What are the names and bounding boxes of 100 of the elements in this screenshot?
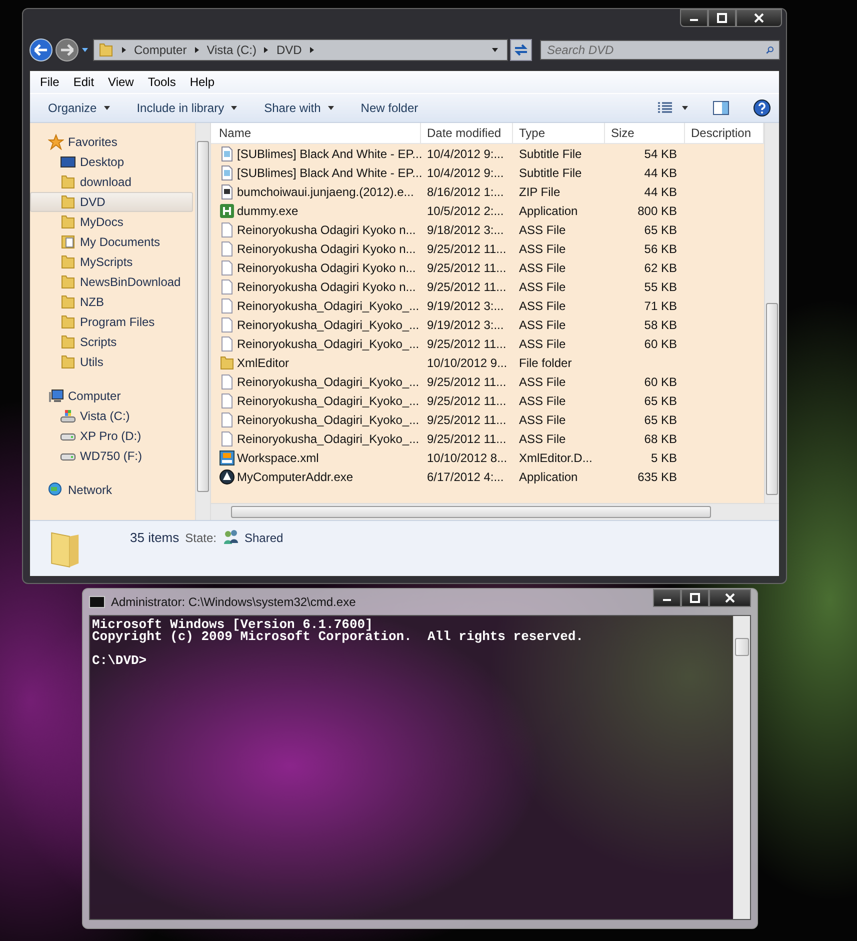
close-button[interactable]	[709, 589, 751, 607]
column-header[interactable]: Date modified	[421, 123, 513, 143]
sidebar-group[interactable]: Computer	[30, 386, 195, 406]
size-cell-text: 62 KB	[643, 260, 678, 274]
sidebar-item[interactable]: NewsBinDownload	[30, 272, 193, 292]
sidebar-item[interactable]: My Documents	[30, 232, 193, 252]
blank-file-icon	[219, 240, 235, 256]
refresh-button[interactable]	[510, 39, 532, 61]
sidebar-item[interactable]: download	[30, 172, 193, 192]
file-name[interactable]: MyComputerAddr.exe	[211, 468, 421, 484]
file-name[interactable]: Reinoryokusha_Odagiri_Kyoko_...	[211, 412, 421, 428]
file-name-text: Reinoryokusha Odagiri Kyoko n...	[237, 260, 416, 274]
toolbar-button[interactable]: Organize	[40, 97, 119, 119]
application-icon	[219, 468, 235, 484]
size-cell-text: 58 KB	[643, 318, 678, 332]
file-name[interactable]: [SUBlimes] Black And White - EP...	[211, 164, 421, 180]
file-name-text: Reinoryokusha_Odagiri_Kyoko_...	[237, 412, 420, 426]
menu-item[interactable]: Edit	[73, 75, 94, 89]
breadcrumb[interactable]: Vista (C:)	[206, 43, 256, 57]
column-header[interactable]: Name	[211, 123, 421, 143]
menu-item[interactable]: View	[108, 75, 134, 89]
scrollbar[interactable]	[764, 123, 779, 503]
preview-pane-icon[interactable]	[713, 101, 729, 115]
maximize-button[interactable]	[681, 589, 709, 607]
maximize-icon	[690, 593, 700, 603]
scrollbar[interactable]	[733, 616, 750, 919]
sidebar-group[interactable]: Network	[30, 480, 195, 500]
file-name[interactable]: [SUBlimes] Black And White - EP...	[211, 146, 421, 162]
xml-document-icon	[219, 450, 235, 466]
folder-icon	[60, 274, 76, 290]
sidebar-item[interactable]: NZB	[30, 292, 193, 312]
view-options-icon[interactable]	[657, 101, 673, 115]
size-cell-text: 800 KB	[636, 204, 678, 218]
sidebar-item[interactable]: Vista (C:)	[30, 406, 193, 426]
toolbar-button[interactable]: Include in library	[128, 97, 246, 119]
file-name-text: Reinoryokusha_Odagiri_Kyoko_...	[237, 298, 420, 312]
type-cell-text: ASS File	[518, 222, 567, 236]
menu-item[interactable]: Tools	[148, 75, 176, 89]
breadcrumb[interactable]: DVD	[276, 43, 302, 57]
computer-icon	[48, 388, 64, 404]
size-cell-text: 635 KB	[636, 470, 678, 484]
sidebar-item-label: Utils	[80, 355, 104, 369]
sidebar-item[interactable]: Utils	[30, 352, 193, 372]
size-cell-text: 65 KB	[643, 222, 678, 236]
menu-item[interactable]: File	[40, 75, 60, 89]
state-value: Shared	[244, 531, 284, 545]
sidebar-item[interactable]: DVD	[30, 192, 193, 212]
column-header[interactable]: Size	[605, 123, 685, 143]
sidebar-item[interactable]: Program Files	[30, 312, 193, 332]
forward-button[interactable]	[55, 38, 79, 62]
file-name[interactable]: Reinoryokusha_Odagiri_Kyoko_...	[211, 430, 421, 446]
folder-icon	[60, 214, 76, 230]
sidebar-item[interactable]: WD750 (F:)	[30, 446, 193, 466]
sidebar-item[interactable]: Desktop	[30, 152, 193, 172]
history-dropdown-icon[interactable]	[81, 46, 89, 54]
search-field[interactable]: Search DVD	[540, 40, 780, 60]
caret-icon[interactable]	[681, 104, 689, 112]
caret-icon	[102, 104, 111, 112]
type-cell-text: ASS File	[518, 394, 567, 408]
date-cell-text: 9/25/2012 11...	[426, 432, 508, 446]
help-icon[interactable]	[753, 99, 771, 117]
file-name[interactable]: Reinoryokusha Odagiri Kyoko n...	[211, 240, 421, 256]
scrollbar[interactable]	[195, 123, 210, 520]
column-header[interactable]: Type	[513, 123, 605, 143]
file-name[interactable]: Reinoryokusha Odagiri Kyoko n...	[211, 260, 421, 276]
type-cell-text: XmlEditor.D...	[518, 450, 594, 464]
search-icon	[766, 46, 774, 54]
breadcrumb[interactable]: Computer	[134, 43, 187, 57]
sidebar-item[interactable]: Scripts	[30, 332, 193, 352]
dropdown-icon[interactable]	[491, 46, 499, 54]
minimize-button[interactable]	[680, 9, 708, 27]
minimize-button[interactable]	[653, 589, 681, 607]
file-name[interactable]: Reinoryokusha Odagiri Kyoko n...	[211, 278, 421, 294]
horizontal-scrollbar[interactable]	[211, 503, 779, 520]
file-name[interactable]: dummy.exe	[211, 202, 421, 218]
sidebar-group[interactable]: Favorites	[30, 132, 195, 152]
back-button[interactable]	[29, 38, 53, 62]
file-name[interactable]: Reinoryokusha_Odagiri_Kyoko_...	[211, 392, 421, 408]
file-name[interactable]: Reinoryokusha Odagiri Kyoko n...	[211, 222, 421, 238]
file-name[interactable]: Reinoryokusha_Odagiri_Kyoko_...	[211, 336, 421, 352]
file-name[interactable]: bumchoiwaui.junjaeng.(2012).e...	[211, 184, 421, 200]
maximize-button[interactable]	[708, 9, 736, 27]
sidebar-item[interactable]: MyScripts	[30, 252, 193, 272]
console-line: Copyright (c) 2009 Microsoft Corporation. All rights reserved.	[92, 631, 584, 643]
file-name-text: XmlEditor	[237, 356, 290, 370]
maximize-icon	[717, 13, 727, 23]
file-name[interactable]: Workspace.xml	[211, 450, 421, 466]
sidebar-item[interactable]: XP Pro (D:)	[30, 426, 193, 446]
menu-item[interactable]: Help	[190, 75, 215, 89]
type-cell-text: Application	[518, 470, 579, 484]
toolbar-button[interactable]: New folder	[352, 97, 426, 119]
file-name[interactable]: Reinoryokusha_Odagiri_Kyoko_...	[211, 298, 421, 314]
close-button[interactable]	[736, 9, 782, 27]
file-name[interactable]: Reinoryokusha_Odagiri_Kyoko_...	[211, 374, 421, 390]
caret-icon	[230, 104, 238, 112]
toolbar-button[interactable]: Share with	[256, 97, 343, 119]
file-name[interactable]: Reinoryokusha_Odagiri_Kyoko_...	[211, 316, 421, 332]
address-bar[interactable]: Computer Vista (C:) DVD	[93, 39, 508, 61]
sidebar-item[interactable]: MyDocs	[30, 212, 193, 232]
file-name[interactable]: XmlEditor	[211, 354, 421, 370]
